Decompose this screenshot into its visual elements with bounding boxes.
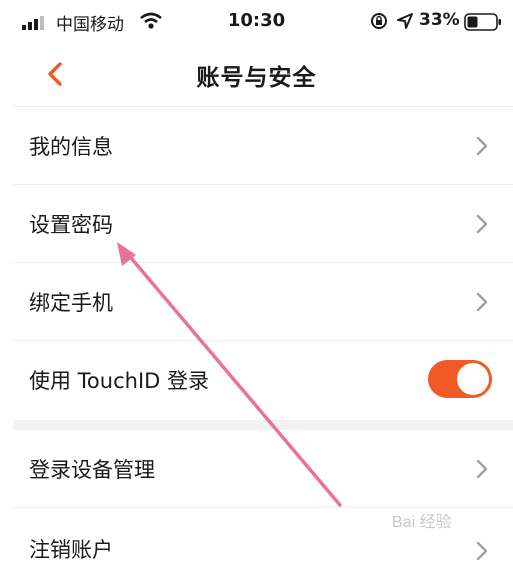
annotation-arrow <box>117 242 342 507</box>
watermark: Bai 经验 <box>392 514 452 531</box>
